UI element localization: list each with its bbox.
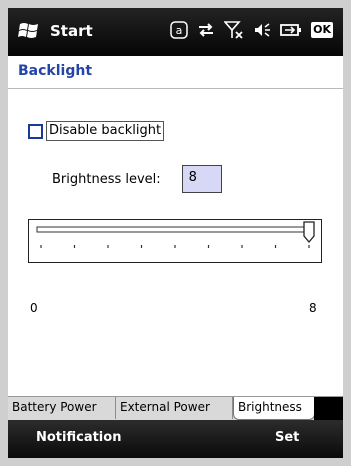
set-softkey[interactable]: Set bbox=[275, 430, 299, 445]
a-key-label: a bbox=[176, 24, 183, 37]
slider-track[interactable] bbox=[36, 226, 312, 233]
slider-ticks bbox=[40, 245, 310, 248]
softkey-bar: Notification Set bbox=[8, 420, 343, 458]
windows-flag-icon bbox=[18, 23, 38, 38]
speaker-icon[interactable] bbox=[253, 21, 271, 39]
sync-arrows-icon[interactable] bbox=[197, 21, 215, 39]
ok-button[interactable]: OK bbox=[311, 22, 333, 38]
a-key-icon: a bbox=[170, 21, 188, 39]
start-label: Start bbox=[50, 22, 93, 40]
no-signal-icon[interactable] bbox=[224, 20, 244, 40]
device-screen: Start a OK Backlight Disable backlight B… bbox=[8, 8, 343, 458]
slider-thumb[interactable] bbox=[303, 221, 315, 244]
brightness-slider[interactable] bbox=[28, 219, 322, 263]
brightness-label: Brightness level: bbox=[52, 171, 161, 187]
disable-backlight-checkbox[interactable] bbox=[28, 123, 43, 139]
tab-external-power[interactable]: External Power bbox=[116, 397, 233, 419]
tab-strip-filler bbox=[314, 397, 343, 421]
status-bar: Start a OK bbox=[8, 8, 343, 56]
brightness-row: Brightness level: 8 bbox=[52, 165, 222, 193]
tab-brightness[interactable]: Brightness bbox=[233, 397, 315, 420]
tab-strip: Battery Power External Power Brightness bbox=[8, 396, 343, 421]
start-button[interactable]: Start bbox=[18, 20, 93, 42]
title-bar: Backlight bbox=[8, 56, 343, 89]
notification-softkey[interactable]: Notification bbox=[36, 430, 121, 445]
brightness-value-field[interactable]: 8 bbox=[181, 165, 222, 193]
slider-min-label: 0 bbox=[30, 301, 38, 315]
disable-backlight-label[interactable]: Disable backlight bbox=[46, 121, 165, 141]
battery-icon[interactable] bbox=[280, 22, 302, 38]
disable-backlight-option[interactable]: Disable backlight bbox=[28, 121, 165, 141]
tab-battery-power[interactable]: Battery Power bbox=[8, 397, 116, 419]
page-title: Backlight bbox=[18, 63, 93, 79]
slider-max-label: 8 bbox=[309, 301, 317, 315]
settings-panel: Disable backlight Brightness level: 8 0 … bbox=[8, 89, 343, 396]
